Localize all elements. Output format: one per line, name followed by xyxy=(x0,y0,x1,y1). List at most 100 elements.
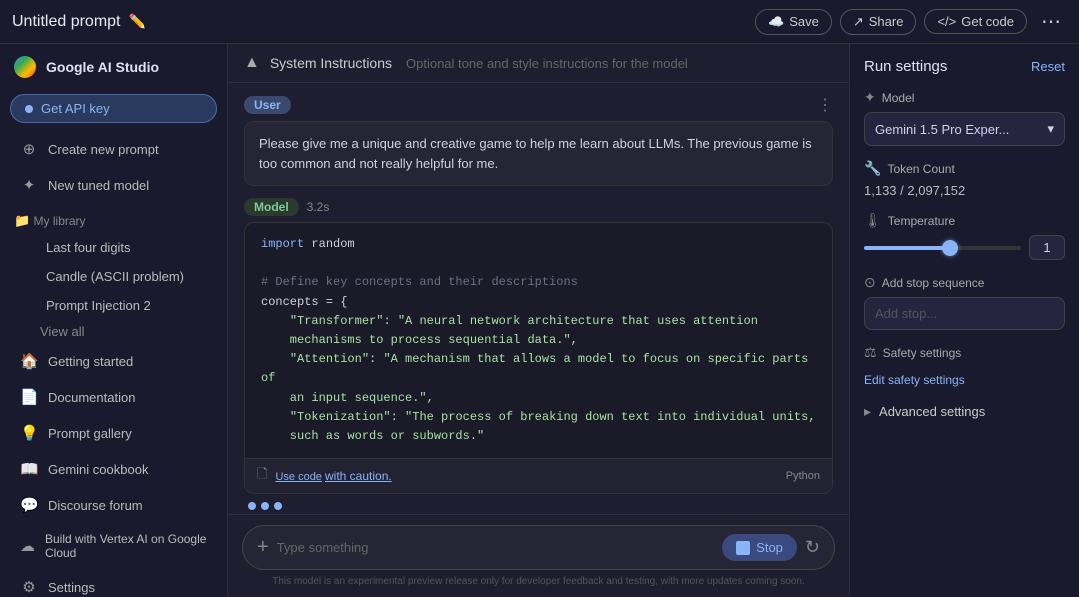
topbar: Untitled prompt ✏️ ☁️ Save ↗ Share </> G… xyxy=(0,0,1079,44)
code-lang-label: Python xyxy=(786,470,820,482)
get-code-button[interactable]: </> Get code xyxy=(924,9,1027,34)
stop-icon xyxy=(736,541,750,555)
sidebar: Google AI Studio Get API key ⊕ Create ne… xyxy=(0,44,228,597)
model-time-label: 3.2s xyxy=(307,200,330,214)
sidebar-item-prompt-gallery[interactable]: 💡 Prompt gallery xyxy=(6,416,221,450)
tune-icon: ✦ xyxy=(20,176,38,194)
model-role-badge: Model xyxy=(244,198,299,216)
user-role-badge: User xyxy=(244,96,291,114)
save-icon: ☁️ xyxy=(768,14,784,30)
refresh-button[interactable]: ↻ xyxy=(805,537,820,558)
forum-icon: 💬 xyxy=(20,496,38,514)
disclaimer-text: This model is an experimental preview re… xyxy=(272,576,805,587)
system-instructions-label: System Instructions xyxy=(270,55,392,71)
token-icon: 🔧 xyxy=(864,160,881,177)
temperature-thumb xyxy=(942,240,958,256)
sidebar-item-create-prompt[interactable]: ⊕ Create new prompt xyxy=(6,132,221,166)
code-caution-label: Use code xyxy=(275,471,321,483)
sidebar-item-settings[interactable]: ⚙ Settings xyxy=(6,570,221,597)
sidebar-item-gemini-cookbook[interactable]: 📖 Gemini cookbook xyxy=(6,452,221,486)
code-caution-link[interactable]: with caution. xyxy=(325,469,392,483)
sidebar-item-candle[interactable]: Candle (ASCII problem) xyxy=(6,263,221,290)
code-line-9: such as words or subwords." xyxy=(261,427,816,446)
advanced-settings-section: ▸ Advanced settings xyxy=(864,403,1065,420)
model-value: Gemini 1.5 Pro Exper... xyxy=(875,122,1009,137)
library-item-0-label: Last four digits xyxy=(46,240,131,255)
temp-icon: 🌡 xyxy=(864,212,882,229)
chat-input[interactable] xyxy=(277,540,714,555)
chat-area: User ⋮ Please give me a unique and creat… xyxy=(228,83,849,514)
home-icon: 🏠 xyxy=(20,352,38,370)
code-line-7: an input sequence.", xyxy=(261,389,816,408)
library-icon: 📁 xyxy=(14,213,30,228)
code-line-6: "Attention": "A mechanism that allows a … xyxy=(261,350,816,388)
token-count-section: 🔧 Token Count 1,133 / 2,097,152 xyxy=(864,160,1065,198)
safety-label: ⚖ Safety settings xyxy=(864,344,961,361)
share-button[interactable]: ↗ Share xyxy=(840,9,917,35)
sidebar-item-new-tuned-model[interactable]: ✦ New tuned model xyxy=(6,168,221,202)
discourse-label: Discourse forum xyxy=(48,498,143,513)
topbar-title: Untitled prompt ✏️ xyxy=(12,13,146,31)
code-footer: 🗋 Use code with caution. Python xyxy=(245,458,832,493)
edit-icon[interactable]: ✏️ xyxy=(129,13,146,30)
model-label: ✦ Model xyxy=(864,89,1065,106)
getting-started-label: Getting started xyxy=(48,354,133,369)
code-footer-left: 🗋 Use code with caution. xyxy=(257,465,392,487)
advanced-settings-toggle[interactable]: ▸ Advanced settings xyxy=(864,403,985,420)
temperature-slider[interactable] xyxy=(864,246,1021,250)
sidebar-item-vertex[interactable]: ☁ Build with Vertex AI on Google Cloud xyxy=(6,524,221,568)
my-library-title: 📁 My library xyxy=(0,203,227,233)
model-select[interactable]: Gemini 1.5 Pro Exper... ▾ xyxy=(864,112,1065,146)
settings-label: Settings xyxy=(48,580,95,595)
api-key-label: Get API key xyxy=(41,101,110,116)
input-row: + Stop ↻ xyxy=(242,525,835,570)
user-message-content: Please give me a unique and creative gam… xyxy=(244,121,833,186)
edit-safety-link[interactable]: Edit safety settings xyxy=(864,373,965,387)
system-instructions-bar: ▲ System Instructions Optional tone and … xyxy=(228,44,849,83)
stop-label: Stop xyxy=(756,540,783,555)
sidebar-item-prompt-injection[interactable]: Prompt Injection 2 xyxy=(6,292,221,319)
code-line-8: "Tokenization": "The process of breaking… xyxy=(261,408,816,427)
stop-seq-label: ⊙ Add stop sequence xyxy=(864,274,1065,291)
stop-sequence-input[interactable] xyxy=(864,297,1065,330)
save-button[interactable]: ☁️ Save xyxy=(755,9,832,35)
my-library-label: My library xyxy=(34,214,86,228)
chevron-right-icon: ▸ xyxy=(864,403,871,420)
model-message-header: Model 3.2s xyxy=(244,198,833,216)
attach-button[interactable]: + xyxy=(257,536,269,559)
code-content: import random # Define key concepts and … xyxy=(245,223,832,458)
user-message-options-button[interactable]: ⋮ xyxy=(817,95,833,115)
cookbook-icon: 📖 xyxy=(20,460,38,478)
temperature-track xyxy=(864,246,950,250)
safety-row: ⚖ Safety settings xyxy=(864,344,1065,367)
stop-button[interactable]: Stop xyxy=(722,534,797,561)
token-label-text: Token Count xyxy=(887,162,954,176)
model-label-text: Model xyxy=(882,91,915,105)
save-label: Save xyxy=(789,14,819,29)
chevron-down-icon: ▾ xyxy=(1047,121,1054,137)
temperature-section: 🌡 Temperature 1 xyxy=(864,212,1065,260)
api-dot-icon xyxy=(25,105,33,113)
input-area: + Stop ↻ This model is an experimental p… xyxy=(228,514,849,597)
user-message-text: Please give me a unique and creative gam… xyxy=(259,136,812,171)
reset-button[interactable]: Reset xyxy=(1031,59,1065,74)
more-options-button[interactable]: ⋯ xyxy=(1035,9,1067,34)
token-count-value: 1,133 / 2,097,152 xyxy=(864,183,1065,198)
temp-label-text: Temperature xyxy=(888,214,955,228)
system-instructions-toggle[interactable]: ▲ xyxy=(244,54,260,72)
sidebar-item-documentation[interactable]: 📄 Documentation xyxy=(6,380,221,414)
sidebar-item-getting-started[interactable]: 🏠 Getting started xyxy=(6,344,221,378)
prompt-title: Untitled prompt xyxy=(12,13,121,31)
view-all-link[interactable]: View all xyxy=(0,320,227,343)
library-item-1-label: Candle (ASCII problem) xyxy=(46,269,184,284)
add-icon: ⊕ xyxy=(20,140,38,158)
sidebar-item-discourse[interactable]: 💬 Discourse forum xyxy=(6,488,221,522)
cloud-icon: ☁ xyxy=(20,537,35,555)
get-api-key-button[interactable]: Get API key xyxy=(10,94,217,123)
panel-header: Run settings Reset xyxy=(864,58,1065,75)
new-tuned-label: New tuned model xyxy=(48,178,149,193)
advanced-settings-label: Advanced settings xyxy=(879,404,985,419)
sidebar-item-last-four[interactable]: Last four digits xyxy=(6,234,221,261)
model-code-block: import random # Define key concepts and … xyxy=(244,222,833,494)
share-label: Share xyxy=(869,14,904,29)
